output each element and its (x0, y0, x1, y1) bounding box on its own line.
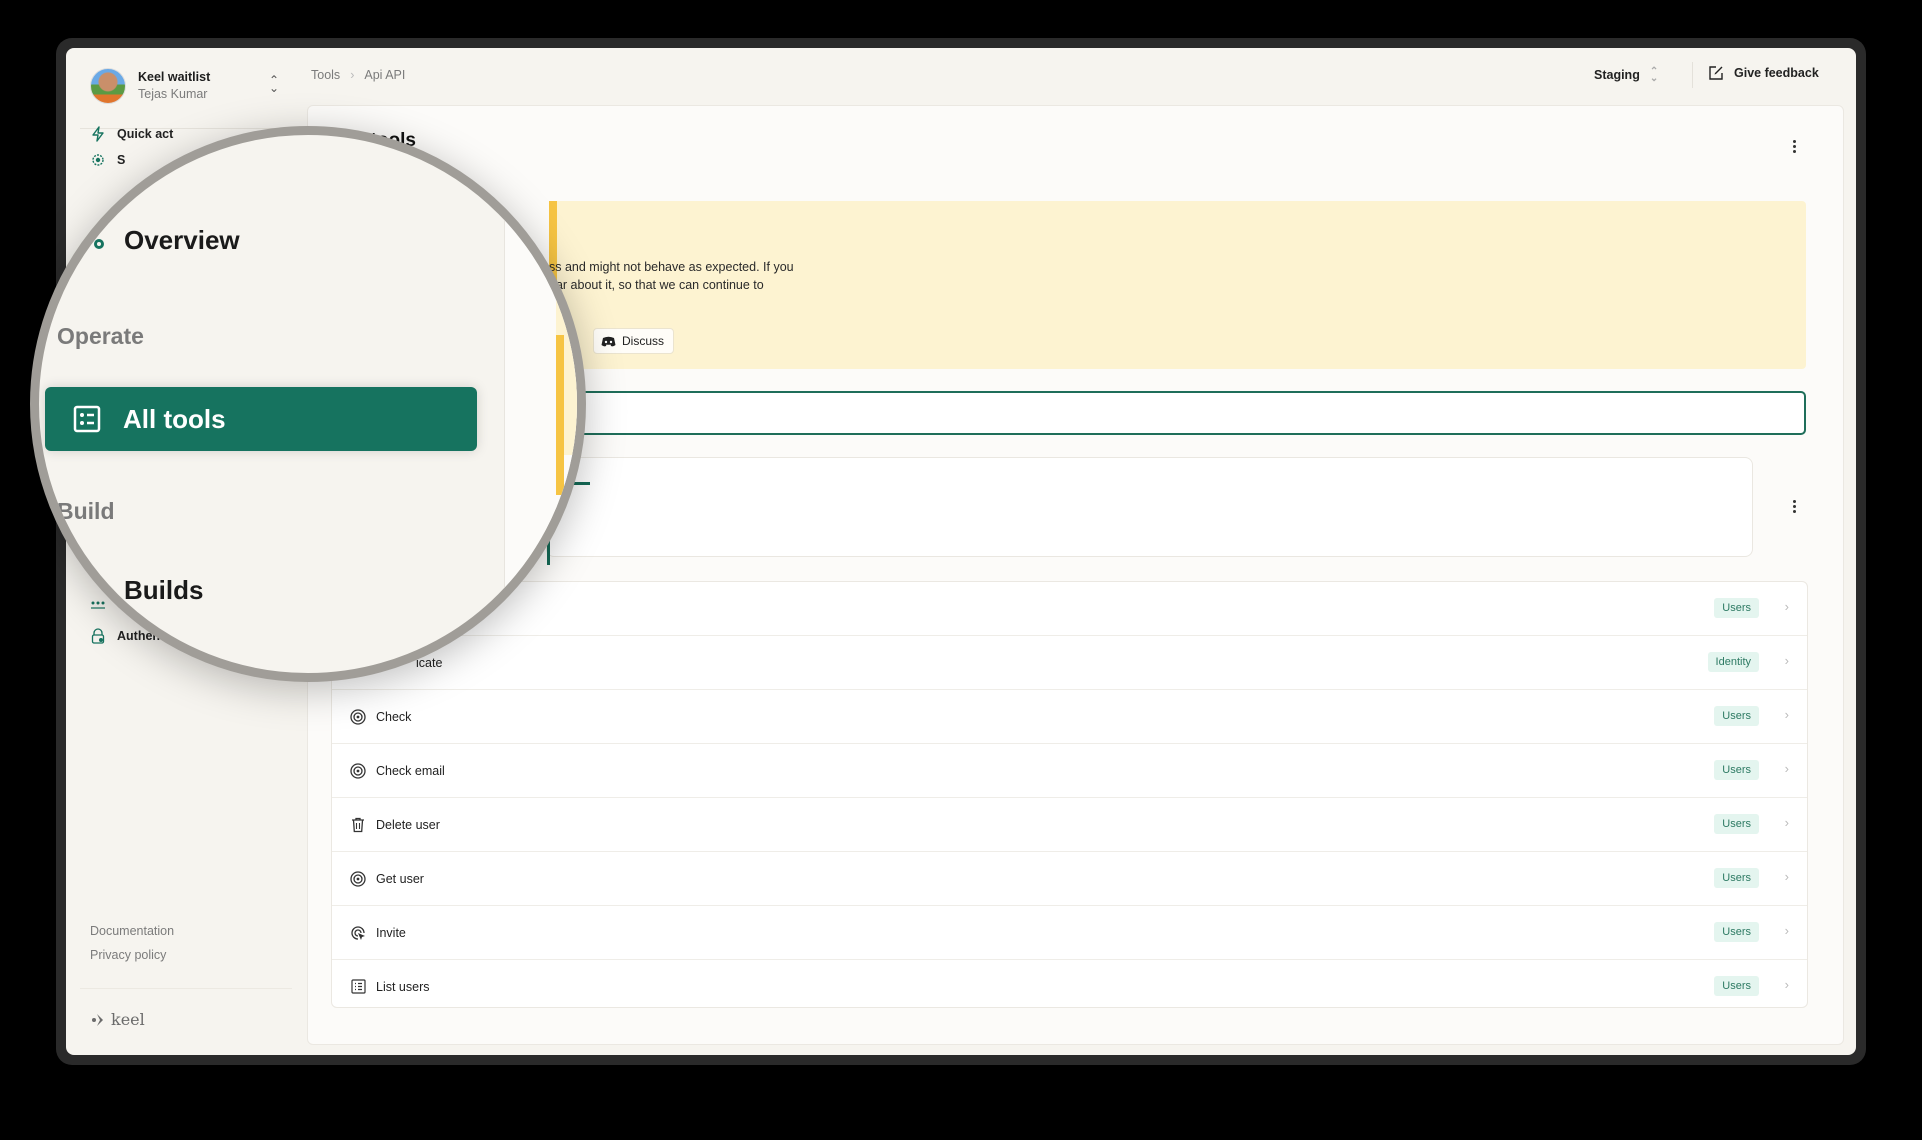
keel-logo-icon (92, 1013, 103, 1026)
chevron-right-icon: › (1784, 707, 1789, 722)
chevron-right-icon: › (1784, 869, 1789, 884)
banner-line-2: ear about it, so that we can continue to (549, 278, 764, 292)
chevron-right-icon: › (1784, 761, 1789, 776)
section-operate: Operate (57, 323, 144, 349)
tool-row[interactable]: Check Users › (332, 690, 1807, 744)
discord-icon (601, 336, 616, 346)
sidebar-item-all-tools[interactable]: All tools (45, 387, 477, 451)
chevron-right-icon: › (350, 68, 355, 82)
tool-row[interactable]: List users Users › (332, 960, 1807, 1007)
tool-name: Get user (376, 871, 424, 886)
banner-text: ss and might not behave as expected. If … (549, 258, 849, 294)
tool-name: Invite (376, 925, 406, 940)
target-icon (350, 708, 366, 725)
tool-row[interactable]: Get user Users › (332, 852, 1807, 906)
list-icon (73, 405, 101, 433)
cursor-click-icon (350, 925, 366, 941)
sidebar-item-label: Overview (124, 225, 240, 255)
tool-tag: Users (1714, 976, 1759, 996)
give-feedback-label: Give feedback (1734, 66, 1819, 80)
chevron-right-icon: › (1784, 815, 1789, 830)
environment-label: Staging (1594, 68, 1640, 82)
breadcrumb-tools[interactable]: Tools (311, 68, 340, 82)
tool-name: List users (376, 979, 430, 994)
tool-tag: Users (1714, 706, 1759, 726)
warning-banner: ss and might not behave as expected. If … (549, 201, 1806, 436)
section-build: Build (57, 498, 115, 524)
tool-tag: Users (1714, 598, 1759, 618)
tool-tag: Users (1714, 814, 1759, 834)
sidebar-item-builds[interactable]: Builds (124, 575, 203, 606)
tool-tag: Users (1714, 760, 1759, 780)
privacy-policy-link[interactable]: Privacy policy (90, 948, 166, 962)
tool-tag: Identity (1707, 652, 1759, 672)
give-feedback-button[interactable]: Give feedback (1708, 65, 1819, 81)
tool-name: Check email (376, 763, 445, 778)
avatar (90, 68, 126, 104)
circle-icon (94, 239, 104, 249)
magnifier-overlay: Overview Operate All tools Build Builds (30, 126, 586, 682)
keel-logo: keel (90, 1010, 145, 1029)
trash-icon (350, 817, 366, 833)
chevron-right-icon: › (1784, 653, 1789, 668)
more-options-icon[interactable] (1788, 496, 1800, 516)
chevron-up-down-icon: ⌃ ⌄ (1649, 66, 1659, 84)
search-input[interactable] (549, 391, 1806, 435)
magnified-banner-bar (556, 335, 564, 495)
tool-row[interactable]: Invite Users › (332, 906, 1807, 960)
divider (1692, 62, 1693, 88)
breadcrumb: Tools › Api API (311, 68, 405, 82)
workspace-name: Keel waitlist (138, 70, 211, 84)
target-icon (350, 762, 366, 779)
banner-line-1: ss and might not behave as expected. If … (549, 260, 794, 274)
tool-tag: Users (1714, 868, 1759, 888)
environment-switcher[interactable]: Staging ⌃ ⌄ (1594, 66, 1659, 84)
tool-row[interactable]: Check email Users › (332, 744, 1807, 798)
sidebar-item-overview[interactable]: Overview (94, 225, 240, 256)
tool-name: Delete user (376, 817, 440, 832)
chevron-right-icon: › (1784, 923, 1789, 938)
workspace-switcher[interactable]: Keel waitlist Tejas Kumar (90, 68, 210, 104)
brand-name: keel (111, 1010, 145, 1029)
tool-name: Check (376, 709, 412, 724)
tool-tag: Users (1714, 922, 1759, 942)
documentation-link[interactable]: Documentation (90, 924, 174, 938)
breadcrumb-current[interactable]: Api API (364, 68, 405, 82)
user-name: Tejas Kumar (138, 87, 208, 101)
more-options-icon[interactable] (1788, 136, 1800, 156)
discuss-label: Discuss (622, 334, 665, 348)
tool-group-card[interactable] (546, 457, 1753, 565)
chevron-right-icon: › (1784, 977, 1789, 992)
chevron-up-down-icon[interactable]: ⌃ ⌄ (269, 74, 279, 94)
edit-icon (1709, 66, 1723, 80)
sidebar-item-label: All tools (123, 403, 226, 434)
discuss-button[interactable]: Discuss (593, 328, 675, 354)
tool-row[interactable]: Delete user Users › (332, 798, 1807, 852)
list-icon (350, 979, 366, 995)
chevron-right-icon: › (1784, 599, 1789, 614)
target-icon (350, 870, 366, 887)
divider (80, 988, 292, 989)
